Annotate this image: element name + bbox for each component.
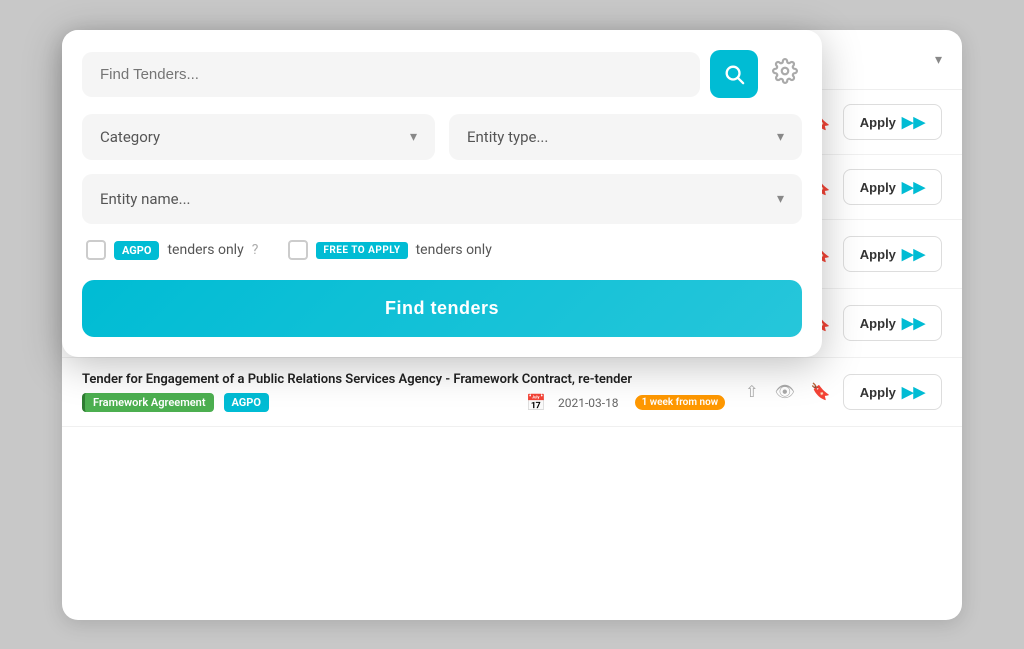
- tender4-date: 2021-03-18: [558, 396, 619, 410]
- search-input-wrap: [82, 52, 700, 97]
- search-button[interactable]: [710, 50, 758, 98]
- chevron-down-icon: ▾: [935, 52, 942, 68]
- free-to-apply-checkbox[interactable]: [288, 240, 308, 260]
- tender-row-4: Tender for Engagement of a Public Relati…: [62, 358, 962, 427]
- apply-button-3[interactable]: Apply ▶▶: [843, 305, 942, 341]
- search-modal: Category ▾ Entity type... ▾ Entity name.…: [62, 30, 822, 357]
- tender4-meta: Framework Agreement AGPO 📅 2021-03-18 1 …: [82, 393, 725, 412]
- share-icon-btn-4[interactable]: ⇧: [741, 378, 762, 406]
- entity-type-select[interactable]: Entity type... ▾: [449, 114, 802, 160]
- tender4-title: Tender for Engagement of a Public Relati…: [82, 372, 725, 387]
- category-select[interactable]: Category ▾: [82, 114, 435, 160]
- apply-arrow-icon-2: ▶▶: [902, 245, 925, 263]
- find-tenders-button[interactable]: Find tenders: [82, 280, 802, 337]
- search-input[interactable]: [100, 66, 682, 83]
- apply-button-2[interactable]: Apply ▶▶: [843, 236, 942, 272]
- eye-icon-btn-4[interactable]: 👁: [771, 378, 799, 406]
- category-chevron-icon: ▾: [410, 129, 417, 145]
- tender4-days: 1 week from now: [635, 395, 726, 410]
- agpo-checkbox[interactable]: [86, 240, 106, 260]
- free-checkbox-label: tenders only: [416, 242, 492, 258]
- agpo-checkbox-group: AGPO tenders only ?: [86, 240, 258, 260]
- apply-arrow-icon-4: ▶▶: [902, 383, 925, 401]
- tender4-agpo-badge: AGPO: [224, 393, 269, 412]
- apply-button-0[interactable]: Apply ▶▶: [843, 104, 942, 140]
- free-to-apply-badge: FREE TO APPLY: [316, 242, 407, 259]
- entity-name-select[interactable]: Entity name... ▾: [82, 174, 802, 224]
- tender4-badge: Framework Agreement: [82, 393, 214, 412]
- entity-type-chevron-icon: ▾: [777, 129, 784, 145]
- search-bar-row: [82, 50, 802, 98]
- gear-icon: [772, 58, 798, 84]
- apply-arrow-icon-3: ▶▶: [902, 314, 925, 332]
- free-to-apply-checkbox-group: FREE TO APPLY tenders only: [288, 240, 491, 260]
- bookmark-icon-btn-4[interactable]: 🔖: [807, 378, 835, 406]
- help-icon[interactable]: ?: [252, 242, 259, 258]
- tender4-left: Tender for Engagement of a Public Relati…: [82, 372, 725, 412]
- calendar-icon-4: 📅: [526, 393, 546, 412]
- apply-arrow-icon: ▶▶: [902, 113, 925, 131]
- filters-row: Category ▾ Entity type... ▾: [82, 114, 802, 160]
- entity-name-chevron-icon: ▾: [777, 191, 784, 207]
- gear-button[interactable]: [768, 54, 802, 94]
- tender4-actions: ⇧ 👁 🔖 Apply ▶▶: [741, 374, 942, 410]
- apply-button-4[interactable]: Apply ▶▶: [843, 374, 942, 410]
- apply-arrow-icon-1: ▶▶: [902, 178, 925, 196]
- agpo-badge: AGPO: [114, 241, 159, 260]
- agpo-checkbox-label: tenders only: [167, 242, 243, 258]
- search-icon: [723, 63, 745, 85]
- apply-button-1[interactable]: Apply ▶▶: [843, 169, 942, 205]
- checkboxes-row: AGPO tenders only ? FREE TO APPLY tender…: [82, 240, 802, 260]
